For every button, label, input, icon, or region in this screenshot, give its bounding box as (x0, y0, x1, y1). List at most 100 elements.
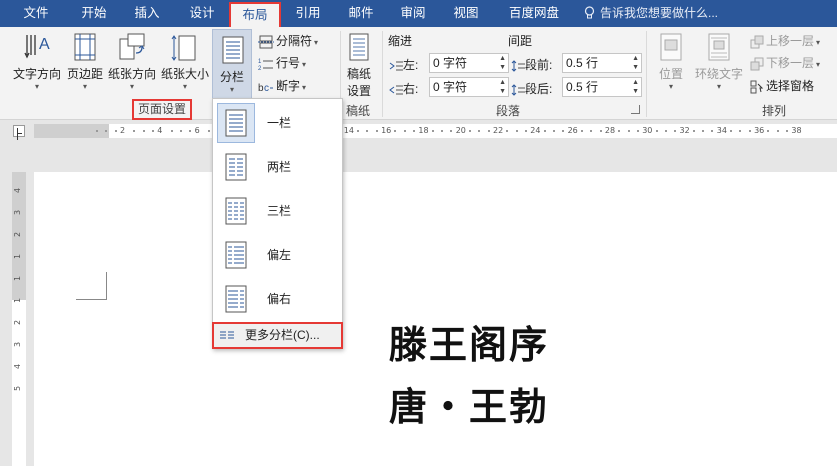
columns-button[interactable]: 分栏 ▾ (212, 29, 252, 99)
ruler-tick-label: 26 (567, 126, 578, 135)
ruler-dot (142, 130, 145, 132)
spinner-arrows-icon[interactable]: ▲ ▼ (632, 78, 639, 96)
vertical-ruler-tick-label: 4 (13, 363, 23, 370)
tab-file[interactable]: 文件 (10, 0, 62, 27)
bring-forward-button[interactable]: 上移一层 ▾ (750, 32, 820, 50)
line-numbers-button[interactable]: 1 2 行号 ▾ (258, 54, 306, 72)
columns-menu-item-two[interactable]: 两栏 (213, 145, 344, 189)
ruler-dot (133, 130, 136, 132)
page-setup-group-label: 页面设置 (132, 99, 193, 120)
tab-review[interactable]: 审阅 (387, 0, 439, 27)
ruler-dot (636, 130, 639, 132)
ribbon-layout: A 文字方向 ▾ 页边距 ▾ 纸张方向 ▾ 纸张大小 ▾ 分隔符 ▾ 1 2 行号 ▾ … (0, 27, 837, 120)
send-backward-icon (750, 57, 764, 71)
ruler-dot (786, 130, 788, 132)
bring-forward-icon (750, 35, 764, 49)
chevron-down-icon: ▾ (302, 60, 307, 69)
spinner-arrows-icon[interactable]: ▲ ▼ (499, 78, 506, 96)
ruler-tick-label: 38 (791, 126, 802, 135)
breaks-button[interactable]: 分隔符 ▾ (258, 32, 318, 50)
position-button[interactable]: 位置 ▾ (652, 31, 690, 91)
selection-pane-button[interactable]: 选择窗格 (750, 77, 814, 95)
send-backward-button[interactable]: 下移一层 ▾ (750, 54, 820, 72)
tab-selector-icon[interactable] (13, 125, 25, 137)
arrange-group-label: 排列 (762, 104, 787, 118)
ruler-dot (515, 130, 518, 132)
ruler-dot (664, 130, 667, 132)
ruler-dot (580, 130, 583, 132)
ruler-dot (590, 130, 593, 132)
right-column-icon (225, 285, 247, 313)
tab-home[interactable]: 开始 (68, 0, 120, 27)
spinner-arrows-icon[interactable]: ▲ ▼ (499, 54, 506, 72)
indent-right-input[interactable]: 0 字符 ▲ ▼ (429, 77, 509, 97)
size-button[interactable]: 纸张大小 ▾ (160, 31, 210, 91)
ruler-dot (179, 130, 182, 132)
vertical-ruler-tick-label: 3 (13, 209, 23, 216)
ruler-dot (441, 130, 443, 132)
text-direction-button[interactable]: A 文字方向 ▾ (12, 31, 62, 91)
document-author[interactable]: 唐・王勃 (389, 376, 549, 431)
columns-dropdown-menu: 一栏 两栏 三栏 偏左 偏右 (212, 98, 343, 349)
margins-button[interactable]: 页边距 ▾ (64, 31, 106, 91)
tab-insert[interactable]: 插入 (120, 0, 174, 27)
orientation-button[interactable]: 纸张方向 ▾ (107, 31, 157, 91)
text-direction-icon: A (24, 35, 50, 59)
tab-baidu-netdisk[interactable]: 百度网盘 (498, 0, 570, 27)
ruler-tick-label: 20 (455, 126, 466, 135)
one-column-icon (225, 109, 247, 137)
indent-right-label: 右: (389, 80, 418, 97)
spacing-after-label: 段后: (511, 80, 552, 97)
tab-mailings[interactable]: 邮件 (334, 0, 388, 27)
wrap-text-button[interactable]: 环绕文字 ▾ (694, 31, 744, 91)
vertical-ruler-tick-label: 1 (13, 253, 23, 260)
more-columns-button[interactable]: 更多分栏(C)... (212, 322, 343, 349)
lightbulb-icon (584, 6, 595, 19)
paper-size-icon (171, 35, 196, 61)
ruler-dot (543, 130, 546, 132)
left-column-icon (225, 241, 247, 269)
ruler-dot (618, 130, 621, 132)
indent-left-icon (389, 61, 403, 71)
ruler-dot (627, 130, 630, 132)
spacing-before-icon (511, 60, 525, 72)
tab-references[interactable]: 引用 (282, 0, 334, 27)
ribbon-tab-bar: 文件 开始 插入 设计 布局 引用 邮件 审阅 视图 百度网盘 告诉我您想要做什… (0, 0, 837, 27)
ruler-tick-label: 30 (642, 126, 653, 135)
ruler-dot (413, 130, 415, 132)
indent-left-input[interactable]: 0 字符 ▲ ▼ (429, 53, 509, 73)
chevron-down-icon: ▾ (716, 82, 721, 91)
chevron-down-icon: ▾ (182, 82, 187, 91)
ruler-dot (487, 130, 490, 132)
chevron-down-icon: ▾ (302, 83, 307, 92)
vertical-ruler-tick-label: 4 (13, 187, 23, 194)
ruler-tick-label: 24 (530, 126, 541, 135)
spinner-arrows-icon[interactable]: ▲ ▼ (632, 54, 639, 72)
ruler-dot (394, 130, 397, 132)
dialog-launcher-icon[interactable] (631, 105, 640, 114)
vertical-ruler-tick-label: 1 (13, 275, 23, 282)
selection-pane-icon (750, 80, 764, 94)
document-title[interactable]: 滕王阁序 (389, 314, 549, 369)
ruler-tick-label: 28 (604, 126, 616, 135)
draft-paper-button[interactable]: 稿纸 设置 (344, 31, 374, 99)
columns-menu-item-left[interactable]: 偏左 (213, 233, 344, 277)
tell-me-search[interactable]: 告诉我您想要做什么... (583, 0, 718, 27)
spacing-before-input[interactable]: 0.5 行 ▲ ▼ (562, 53, 642, 73)
ruler-dot (478, 130, 481, 132)
columns-menu-item-three[interactable]: 三栏 (213, 189, 344, 233)
chevron-down-icon: ▾ (129, 82, 134, 91)
ruler-dot (748, 130, 751, 132)
svg-text:1: 1 (258, 59, 262, 65)
hyphenation-button[interactable]: b c 断字 ▾ (258, 77, 306, 95)
spacing-after-input[interactable]: 0.5 行 ▲ ▼ (562, 77, 642, 97)
ruler-dot (114, 130, 117, 132)
columns-menu-item-right[interactable]: 偏右 (213, 277, 344, 321)
tab-view[interactable]: 视图 (440, 0, 492, 27)
tab-design[interactable]: 设计 (176, 0, 228, 27)
spacing-after-icon (511, 84, 525, 96)
ruler-dot (375, 130, 378, 132)
tell-me-text: 告诉我您想要做什么... (600, 6, 719, 20)
columns-menu-item-one[interactable]: 一栏 (213, 101, 344, 145)
tab-layout[interactable]: 布局 (229, 2, 281, 27)
